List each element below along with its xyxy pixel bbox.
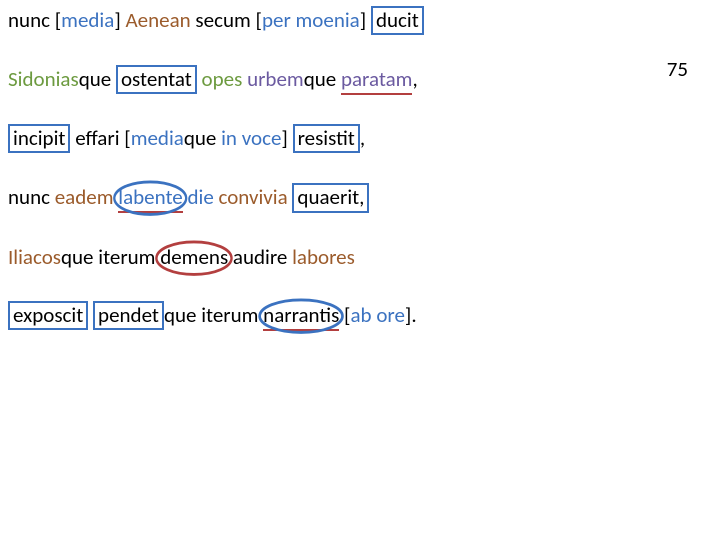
text: que: [79, 66, 116, 92]
word-narrantis: narrantis: [263, 301, 339, 329]
boxed-incipit: incipit: [8, 124, 70, 153]
word-in-voce: in voce: [221, 125, 281, 151]
text: que iterum: [61, 244, 160, 270]
text: ]: [281, 125, 292, 151]
text: ,: [360, 125, 365, 151]
text: nunc: [8, 184, 55, 210]
text: ]: [360, 7, 371, 33]
text: secum [: [191, 7, 262, 33]
word-labente: labente: [118, 183, 182, 211]
word-convivia: convivia: [219, 184, 288, 210]
word-die: die: [187, 184, 213, 210]
word-ab-ore: ab ore: [350, 302, 404, 328]
narrantis-text: narrantis: [263, 302, 339, 331]
word-aenean: Aenean: [126, 7, 191, 33]
word-labores: labores: [292, 244, 355, 270]
text: [: [339, 302, 350, 328]
verse-line-1: nunc [media] Aenean secum [per moenia] d…: [8, 6, 710, 35]
boxed-ducit: ducit: [371, 6, 424, 35]
text: audire: [228, 244, 292, 270]
word-per-moenia: per moenia: [262, 7, 360, 33]
text: que: [184, 125, 221, 151]
word-opes: opes: [202, 66, 243, 92]
verse-line-5: Iliacosque iterum demens audire labores: [8, 243, 710, 271]
boxed-pendet: pendet: [93, 301, 164, 330]
word-demens: demens: [160, 243, 228, 271]
boxed-quaerit: quaerit,: [292, 183, 369, 212]
text: ].: [405, 302, 417, 328]
word-iliacos: Iliacos: [8, 244, 61, 270]
verse-line-2: Sidoniasque ostentat opes urbemque parat…: [8, 65, 710, 94]
demens-text: demens: [160, 244, 228, 270]
verse-line-6: exposcit pendetque iterum narrantis [ab …: [8, 301, 710, 330]
boxed-ostentat: ostentat: [116, 65, 197, 94]
labente-text: labente: [118, 184, 182, 213]
boxed-resistit: resistit: [293, 124, 360, 153]
word-media-2: media: [131, 125, 184, 151]
boxed-exposcit: exposcit: [8, 301, 88, 330]
word-paratam: paratam: [341, 66, 412, 95]
text: effari [: [70, 125, 130, 151]
slide: 75 nunc [media] Aenean secum [per moenia…: [0, 0, 720, 540]
text: nunc [: [8, 7, 61, 33]
word-sidonias: Sidonias: [8, 66, 79, 92]
text: que iterum: [164, 302, 263, 328]
word-eadem: eadem: [55, 184, 114, 210]
text: ,: [412, 66, 417, 92]
word-urbem: urbem: [247, 66, 304, 92]
text: ]: [114, 7, 125, 33]
verse-line-3: incipit effari [mediaque in voce] resist…: [8, 124, 710, 153]
verse-line-4: nunc eadem labente die convivia quaerit,: [8, 183, 710, 212]
text: que: [304, 66, 341, 92]
word-media: media: [61, 7, 114, 33]
